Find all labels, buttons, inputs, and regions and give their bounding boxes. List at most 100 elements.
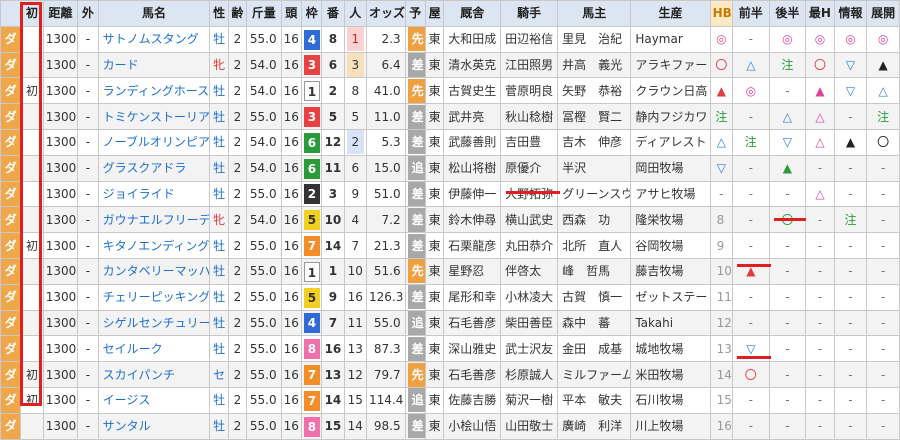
weight-cell-value: 55.0: [249, 32, 277, 47]
col-saiko[interactable]: 最H: [805, 0, 835, 27]
jockey-cell: 丸田恭介: [500, 232, 559, 259]
col-kouhan[interactable]: 後半: [768, 0, 807, 27]
horse-name-link[interactable]: ガウナエルフリーデ: [97, 206, 211, 234]
weight-cell: 55.0: [246, 361, 282, 388]
horse-name-link[interactable]: キタノエンディング: [97, 232, 211, 259]
breeder-cell-value: 静内フジカワ: [635, 109, 708, 124]
sex-cell-value: 牡: [213, 264, 226, 279]
horse-name-link[interactable]: セイルーク: [97, 335, 211, 363]
hb-cell: ▲: [709, 77, 734, 105]
waku-cell-value: 3: [303, 55, 320, 76]
prediction-cell: 先: [404, 361, 426, 388]
col-sex[interactable]: 性: [209, 0, 229, 27]
col-breeder[interactable]: 生産: [630, 0, 711, 27]
heads-cell: 16: [280, 206, 302, 234]
col-popularity[interactable]: 人: [343, 0, 367, 27]
outer-cell: -: [77, 257, 99, 285]
hb-cell-value: ▽: [716, 161, 726, 176]
zenhan-cell-value: -: [748, 419, 753, 434]
col-jockey[interactable]: 騎手: [500, 0, 559, 27]
saiko-cell: -: [805, 257, 835, 285]
popularity-cell: 15: [343, 386, 367, 414]
number-cell-value: 10: [324, 212, 342, 227]
jockey-cell-value: 秋山稔樹: [505, 109, 554, 124]
sex-cell-value: 牝: [213, 57, 226, 72]
horse-name-link[interactable]: ノーブルオリンピア: [97, 128, 211, 156]
saiko-cell: -: [805, 232, 835, 259]
course-cell: 東: [424, 412, 445, 440]
popularity-cell: 14: [343, 412, 367, 440]
saiko-cell: ◎: [805, 25, 835, 53]
prediction-cell-value: 先: [407, 362, 425, 387]
course-cell: 東: [424, 206, 445, 234]
saiko-cell: -: [805, 335, 835, 363]
col-weight[interactable]: 斤量: [246, 0, 282, 27]
col-age[interactable]: 齢: [227, 0, 248, 27]
distance-cell: 1300: [42, 103, 79, 130]
col-info[interactable]: 情報: [833, 0, 868, 27]
horse-name-link[interactable]: ランディングホース: [97, 77, 211, 105]
breeder-cell-value: 米田牧場: [635, 367, 684, 382]
sex-cell: 牡: [209, 257, 229, 285]
weight-cell: 55.0: [246, 386, 282, 414]
col-distance[interactable]: 距離: [42, 0, 79, 27]
horse-name-link[interactable]: イージス: [97, 386, 211, 414]
waku-cell-value: 8: [303, 339, 320, 360]
col-zenhan[interactable]: 前半: [732, 0, 770, 27]
first-run-cell: [20, 412, 44, 440]
distance-cell: 1300: [42, 180, 79, 208]
heads-cell: 16: [280, 283, 302, 311]
col-odds[interactable]: オッズ: [365, 0, 406, 27]
prediction-cell: 差: [404, 103, 426, 130]
col-waku[interactable]: 枠: [300, 0, 323, 27]
horse-name-link[interactable]: シゲルセンチュリー: [97, 309, 211, 337]
distance-cell-value: 1300: [45, 135, 77, 150]
col-owner[interactable]: 馬主: [557, 0, 632, 27]
horse-name-link-value: イージス: [102, 393, 151, 408]
owner-cell: 北所 直人: [557, 232, 632, 259]
odds-cell: 114.4: [365, 386, 406, 414]
age-cell: 2: [227, 103, 248, 130]
tenkai-cell: △: [866, 77, 900, 105]
col-hb[interactable]: HB: [709, 0, 734, 27]
heads-cell: 16: [280, 180, 302, 208]
weight-cell-value: 55.0: [249, 238, 277, 253]
heads-cell: 16: [280, 335, 302, 363]
col-horse-name[interactable]: 馬名: [97, 0, 211, 27]
odds-cell-value: 41.0: [373, 83, 401, 98]
horse-name-link[interactable]: サンタル: [97, 412, 211, 440]
col-stable[interactable]: 厩舎: [443, 0, 502, 27]
heads-cell-value: 16: [283, 315, 299, 330]
saiko-cell: △: [805, 103, 835, 130]
kouhan-cell: △: [768, 103, 807, 130]
horse-name-link[interactable]: ジョイライド: [97, 180, 211, 208]
horse-name-link[interactable]: サトノムスタング: [97, 25, 211, 53]
stable-cell: 深山雅史: [443, 335, 502, 363]
col-number[interactable]: 番: [321, 0, 345, 27]
waku-cell-value: 7: [303, 236, 320, 257]
horse-name-link[interactable]: トミケンストーリア: [97, 103, 211, 130]
prediction-cell: 追: [404, 386, 426, 414]
distance-cell-value: 1300: [45, 264, 77, 279]
col-heads[interactable]: 頭: [280, 0, 302, 27]
breeder-cell-value: 藤吉牧場: [635, 264, 684, 279]
popularity-cell: 7: [343, 232, 367, 259]
info-cell-value: -: [848, 367, 853, 382]
course-cell-value: 東: [428, 419, 441, 434]
horse-name-link[interactable]: カード: [97, 51, 211, 79]
zenhan-cell: △: [732, 51, 770, 79]
kouhan-cell-value: -: [785, 367, 790, 382]
col-outer[interactable]: 外: [77, 0, 99, 27]
col-tenkai[interactable]: 展開: [866, 0, 900, 27]
waku-cell-value: 6: [303, 158, 320, 179]
col-prediction[interactable]: 予: [404, 0, 426, 27]
horse-name-link[interactable]: グラスクアドラ: [97, 154, 211, 182]
col-course[interactable]: 屋: [424, 0, 445, 27]
stable-cell-value: 大和田成: [448, 32, 497, 47]
horse-name-link[interactable]: チェリーピッキング: [97, 283, 211, 311]
owner-cell: 矢野 恭裕: [557, 77, 632, 105]
age-cell: 2: [227, 25, 248, 53]
horse-name-link[interactable]: スカイパンチ: [97, 361, 211, 388]
horse-name-link[interactable]: カンタベリーマッハ: [97, 257, 211, 285]
course-cell: 東: [424, 309, 445, 337]
